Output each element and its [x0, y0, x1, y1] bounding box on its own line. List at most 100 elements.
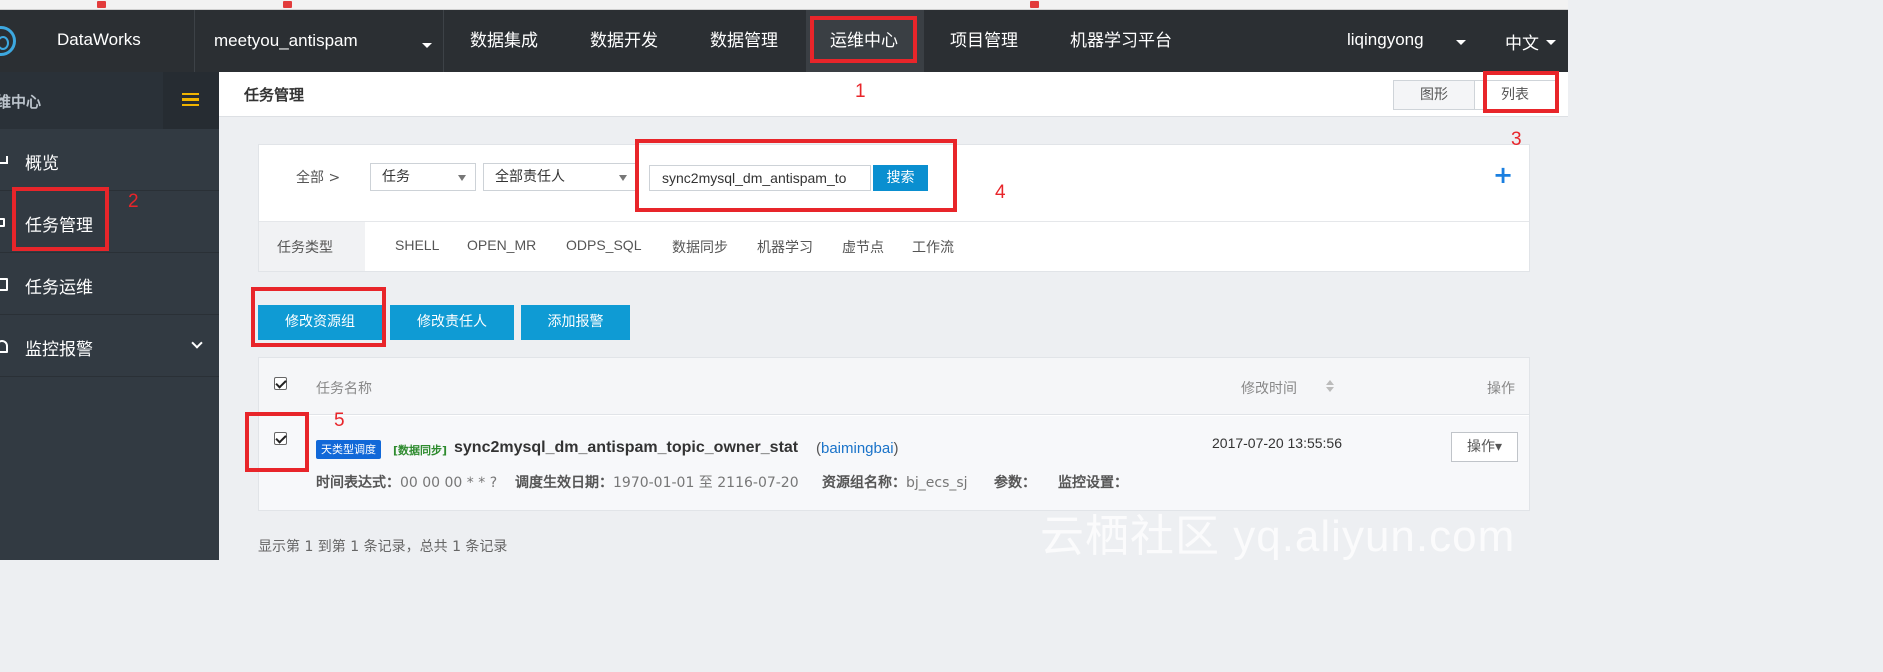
page-title: 任务管理 [244, 86, 305, 104]
owner-link[interactable]: baimingbai [821, 440, 894, 457]
resource-group: 资源组名称：bj_ecs_sj [822, 472, 968, 492]
table-header: 任务名称 修改时间 操作 [259, 358, 1529, 415]
tab-icon [97, 1, 106, 8]
annotation-box-3 [1483, 71, 1559, 113]
caret-down-icon [422, 43, 432, 48]
nav-data-development[interactable]: 数据开发 [570, 10, 678, 72]
annotation-number: 3 [1511, 129, 1522, 150]
task-owner: (baimingbai) [816, 440, 899, 457]
task-name-link[interactable]: sync2mysql_dm_antispam_topic_owner_stat [454, 439, 798, 457]
hierarchy-icon [0, 218, 5, 227]
caret-down-icon [1546, 40, 1556, 45]
browser-strip [0, 0, 1568, 10]
project-selector[interactable]: meetyou_antispam [196, 10, 444, 72]
caret-down-icon [458, 175, 466, 181]
type-filter-machine-learning[interactable]: 机器学习 [757, 237, 813, 257]
dataworks-logo-icon [0, 26, 16, 56]
nav-data-management[interactable]: 数据管理 [690, 10, 798, 72]
column-task-name: 任务名称 [316, 381, 372, 397]
chevron-down-icon [191, 337, 203, 349]
sidebar: 维中心 概览 任务管理 任务运维 监控报警 [0, 72, 219, 560]
sidebar-item-task-operations[interactable]: 任务运维 [0, 253, 219, 315]
monitor-settings: 监控设置： [1058, 472, 1128, 492]
type-filter-data-sync[interactable]: 数据同步 [672, 237, 728, 257]
modified-time: 2017-07-20 13:55:56 [1212, 435, 1342, 451]
nav-data-integration[interactable]: 数据集成 [450, 10, 558, 72]
sidebar-item-label: 任务运维 [25, 278, 93, 298]
annotation-number: 5 [334, 410, 345, 431]
detail-label: 参数： [994, 475, 1036, 491]
task-type-label: 任务类型 [277, 240, 333, 256]
sidebar-title: 维中心 [0, 93, 42, 111]
annotation-number: 2 [128, 191, 139, 212]
detail-label: 监控设置： [1058, 475, 1128, 491]
language-selector[interactable]: 中文 [1505, 29, 1539, 54]
annotation-number: 1 [855, 81, 866, 102]
annotation-box-6 [245, 412, 309, 472]
project-name: meetyou_antispam [214, 31, 358, 50]
detail-value: 00 00 00 * * ? [400, 475, 498, 491]
sidebar-item-label: 概览 [25, 154, 59, 174]
add-alarm-button[interactable]: 添加报警 [521, 305, 630, 340]
sidebar-toggle[interactable] [163, 72, 219, 129]
annotation-box-5 [251, 287, 386, 347]
column-operations: 操作 [1487, 381, 1515, 397]
table-row[interactable]: 天类型调度 [数据同步] sync2mysql_dm_antispam_topi… [259, 416, 1529, 510]
annotation-number: 4 [995, 182, 1006, 203]
calendar-icon [0, 278, 8, 291]
owner-select[interactable]: 全部责任人 [483, 163, 637, 191]
annotation-box-1 [810, 16, 917, 63]
tab-icon [283, 1, 292, 8]
user-menu[interactable]: liqingyong [1347, 30, 1424, 50]
nav-machine-learning[interactable]: 机器学习平台 [1050, 10, 1192, 72]
top-navbar: DataWorks meetyou_antispam 数据集成 数据开发 数据管… [0, 10, 1568, 72]
type-filter-virtual-node[interactable]: 虚节点 [842, 237, 884, 257]
operations-dropdown-button[interactable]: 操作▾ [1451, 432, 1518, 462]
annotation-box-2 [12, 187, 109, 251]
cron-expression: 时间表达式：00 00 00 * * ? [316, 472, 497, 492]
sidebar-item-label: 监控报警 [25, 340, 93, 360]
task-type-badge: [数据同步] [393, 444, 448, 457]
brand-name: DataWorks [57, 30, 141, 49]
paren: ) [893, 440, 899, 457]
task-type-select[interactable]: 任务 [370, 163, 476, 191]
sidebar-item-overview[interactable]: 概览 [0, 129, 219, 191]
caret-down-icon [1456, 40, 1466, 45]
page-header: 任务管理 图形 列表 [219, 72, 1568, 117]
watermark: 云栖社区 yq.aliyun.com [1040, 512, 1516, 561]
nav-project-management[interactable]: 项目管理 [930, 10, 1038, 72]
add-icon[interactable]: + [1493, 161, 1513, 189]
detail-value: 1970-01-01 至 2116-07-20 [613, 475, 799, 491]
type-filter-odps-sql[interactable]: ODPS_SQL [566, 237, 641, 253]
chart-icon [0, 156, 8, 164]
modify-owner-button[interactable]: 修改责任人 [390, 305, 514, 340]
column-modified-time[interactable]: 修改时间 [1241, 378, 1297, 398]
brand[interactable]: DataWorks [0, 10, 195, 72]
select-value: 全部责任人 [495, 169, 565, 185]
menu-collapse-icon [182, 93, 199, 106]
task-table: 任务名称 修改时间 操作 天类型调度 [数据同步] sync2mysql_dm_… [258, 357, 1530, 511]
effective-date: 调度生效日期：1970-01-01 至 2116-07-20 [515, 472, 799, 492]
filter-all-breadcrumb[interactable]: 全部 > [296, 167, 340, 187]
annotation-box-4 [635, 139, 957, 212]
detail-label: 调度生效日期： [515, 475, 613, 491]
select-all-checkbox[interactable] [274, 377, 287, 390]
task-type-label-box: 任务类型 [259, 222, 365, 271]
bell-icon [0, 340, 8, 353]
select-value: 任务 [382, 169, 410, 185]
type-filter-shell[interactable]: SHELL [395, 237, 439, 253]
tab-icon [1030, 1, 1039, 8]
detail-value: bj_ecs_sj [906, 475, 968, 491]
sidebar-header: 维中心 [0, 72, 219, 129]
detail-label: 资源组名称： [822, 475, 906, 491]
parameters: 参数： [994, 472, 1036, 492]
pagination-info: 显示第 1 到第 1 条记录，总共 1 条记录 [258, 539, 508, 555]
sidebar-item-monitoring-alarm[interactable]: 监控报警 [0, 315, 219, 377]
type-filter-workflow[interactable]: 工作流 [912, 237, 954, 257]
type-filter-open-mr[interactable]: OPEN_MR [467, 237, 536, 253]
graph-view-button[interactable]: 图形 [1393, 80, 1475, 110]
sort-icon[interactable] [1326, 380, 1334, 392]
detail-label: 时间表达式： [316, 475, 400, 491]
caret-down-icon [619, 175, 627, 181]
schedule-type-badge: 天类型调度 [316, 440, 381, 459]
